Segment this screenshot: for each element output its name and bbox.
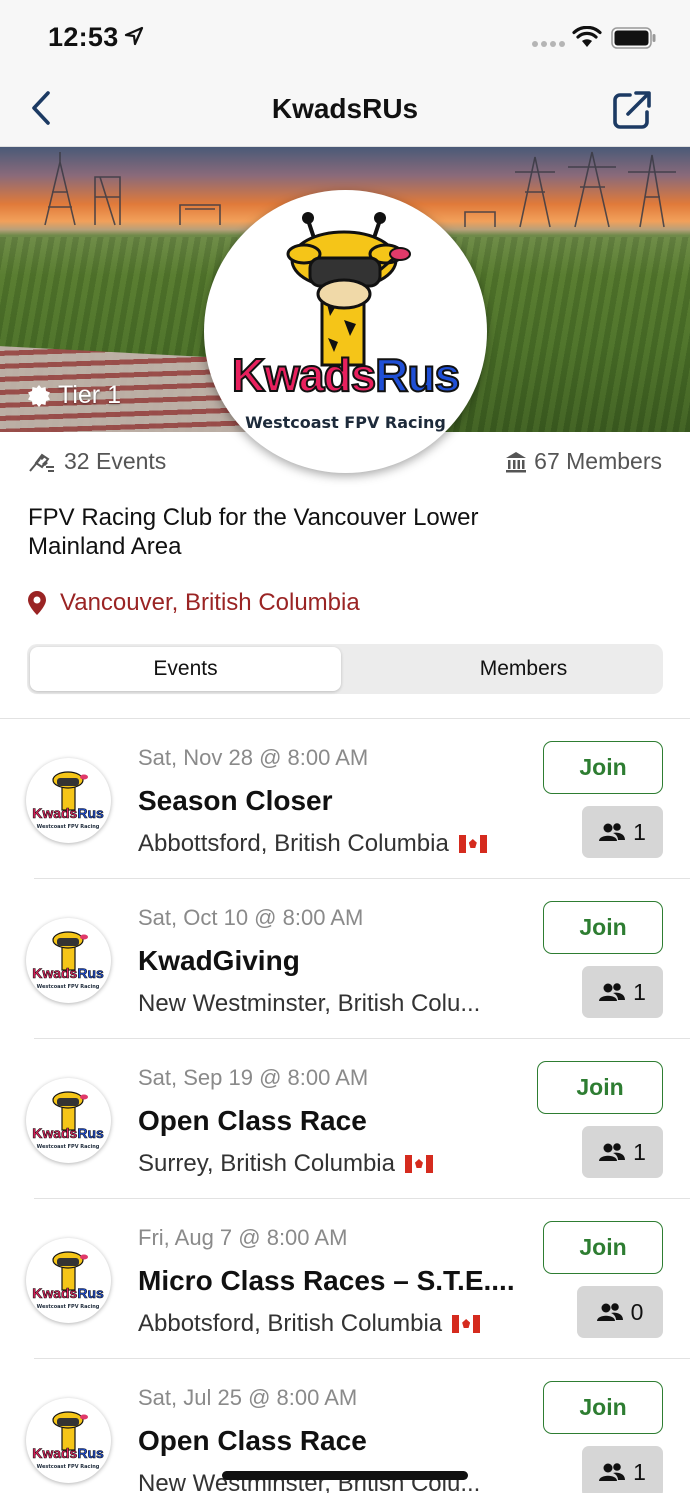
event-thumbnail: KwadsRus Westcoast FPV Racing bbox=[26, 1078, 111, 1163]
join-event-button[interactable]: Join bbox=[543, 1381, 663, 1434]
tab-events[interactable]: Events bbox=[30, 647, 341, 691]
attendee-count: 1 bbox=[633, 1458, 646, 1485]
event-row[interactable]: KwadsRus Westcoast FPV Racing Sat, Sep 19 … bbox=[0, 1039, 690, 1199]
event-logo-icon: KwadsRus Westcoast FPV Racing bbox=[32, 1091, 104, 1150]
logo-main-text: KwadsRus bbox=[231, 348, 461, 402]
institution-icon bbox=[506, 451, 527, 472]
event-title: KwadGiving bbox=[138, 945, 300, 976]
canada-flag-icon bbox=[458, 835, 487, 853]
event-row[interactable]: KwadsRus Westcoast FPV Racing Sat, Oct 10 … bbox=[0, 879, 690, 1039]
attendee-count-badge[interactable]: 1 bbox=[582, 806, 663, 858]
event-location-label: New Westminster, British Colu... bbox=[138, 990, 481, 1017]
battery-icon bbox=[611, 27, 656, 49]
people-icon bbox=[599, 983, 626, 1001]
tier-badge: Tier 1 bbox=[28, 381, 121, 410]
event-thumbnail: KwadsRus Westcoast FPV Racing bbox=[26, 918, 111, 1003]
event-thumbnail: KwadsRus Westcoast FPV Racing bbox=[26, 758, 111, 843]
attendee-count: 1 bbox=[633, 1138, 646, 1165]
status-bar: 12:53 bbox=[0, 0, 690, 76]
svg-text:Westcoast FPV Racing: Westcoast FPV Racing bbox=[37, 1304, 100, 1310]
svg-text:KwadsRus: KwadsRus bbox=[32, 965, 104, 981]
event-thumbnail: KwadsRus Westcoast FPV Racing bbox=[26, 1398, 111, 1483]
event-row[interactable]: KwadsRus Westcoast FPV Racing Sat, Nov 28 … bbox=[0, 719, 690, 879]
svg-text:KwadsRus: KwadsRus bbox=[32, 1285, 104, 1301]
attendee-count: 1 bbox=[633, 818, 646, 845]
logo-sub-text: Westcoast FPV Racing bbox=[245, 413, 446, 432]
tab-members[interactable]: Members bbox=[368, 647, 679, 691]
club-location-label: Vancouver, British Columbia bbox=[60, 589, 360, 616]
attendee-count-badge[interactable]: 1 bbox=[582, 1126, 663, 1178]
svg-text:Westcoast FPV Racing: Westcoast FPV Racing bbox=[37, 824, 100, 830]
event-logo-icon: KwadsRus Westcoast FPV Racing bbox=[32, 771, 104, 830]
event-title: Season Closer bbox=[138, 785, 333, 816]
location-arrow-icon bbox=[124, 26, 144, 46]
svg-text:KwadsRus: KwadsRus bbox=[32, 805, 104, 821]
attendee-count: 0 bbox=[630, 1298, 644, 1325]
event-location: New Westminster, British Colu... bbox=[138, 990, 480, 1018]
event-logo-icon: KwadsRus Westcoast FPV Racing bbox=[32, 931, 104, 990]
join-event-button[interactable]: Join bbox=[543, 741, 663, 794]
map-pin-icon bbox=[28, 591, 46, 615]
events-count: 32 Events bbox=[28, 448, 166, 475]
join-event-button[interactable]: Join bbox=[537, 1061, 663, 1114]
club-location[interactable]: Vancouver, British Columbia bbox=[26, 589, 360, 617]
event-title: Micro Class Races – S.T.E.... bbox=[138, 1265, 515, 1296]
event-date: Fri, Aug 7 @ 8:00 AM bbox=[138, 1225, 348, 1250]
navigation-bar: KwadsRUs bbox=[0, 76, 690, 147]
attendee-count: 1 bbox=[633, 978, 646, 1005]
tier-label: Tier 1 bbox=[58, 381, 121, 409]
event-thumbnail: KwadsRus Westcoast FPV Racing bbox=[26, 1238, 111, 1323]
wifi-icon bbox=[572, 26, 602, 47]
event-location-label: Surrey, British Columbia bbox=[138, 1150, 395, 1177]
event-logo-icon: KwadsRus Westcoast FPV Racing bbox=[32, 1411, 104, 1470]
tab-segmented-control: Events Members bbox=[27, 644, 663, 694]
attendee-count-badge[interactable]: 0 bbox=[577, 1286, 663, 1338]
event-row[interactable]: KwadsRus Westcoast FPV Racing Fri, Aug 7 @… bbox=[0, 1199, 690, 1359]
svg-text:Westcoast FPV Racing: Westcoast FPV Racing bbox=[37, 984, 100, 990]
event-location-label: Abbottsford, British Columbia bbox=[138, 830, 449, 857]
event-logo-icon: KwadsRus Westcoast FPV Racing bbox=[32, 1251, 104, 1310]
attendee-count-badge[interactable]: 1 bbox=[582, 1446, 663, 1493]
people-icon bbox=[599, 823, 626, 841]
share-external-icon[interactable] bbox=[610, 88, 654, 132]
event-date: Sat, Oct 10 @ 8:00 AM bbox=[138, 905, 364, 930]
signal-icon bbox=[532, 41, 565, 47]
event-date: Sat, Nov 28 @ 8:00 AM bbox=[138, 745, 369, 770]
members-count-label: 67 Members bbox=[534, 448, 662, 474]
event-location: Abbotsford, British Columbia bbox=[138, 1310, 481, 1338]
svg-text:KwadsRus: KwadsRus bbox=[32, 1125, 104, 1141]
people-icon bbox=[599, 1143, 626, 1161]
event-location-label: Abbotsford, British Columbia bbox=[138, 1310, 443, 1337]
race-flag-icon bbox=[29, 453, 54, 472]
canada-flag-icon bbox=[452, 1315, 481, 1333]
svg-text:Westcoast FPV Racing: Westcoast FPV Racing bbox=[37, 1144, 100, 1150]
join-event-button[interactable]: Join bbox=[543, 901, 663, 954]
svg-text:Westcoast FPV Racing: Westcoast FPV Racing bbox=[37, 1464, 100, 1470]
canada-flag-icon bbox=[404, 1155, 433, 1173]
event-location: Abbottsford, British Columbia bbox=[138, 830, 487, 858]
event-location: Surrey, British Columbia bbox=[138, 1150, 433, 1178]
page-title: KwadsRUs bbox=[271, 93, 419, 124]
status-time: 12:53 bbox=[48, 22, 119, 52]
join-event-button[interactable]: Join bbox=[543, 1221, 663, 1274]
event-date: Sat, Jul 25 @ 8:00 AM bbox=[138, 1385, 358, 1410]
event-title: Open Class Race bbox=[138, 1105, 367, 1136]
event-title: Open Class Race bbox=[138, 1425, 367, 1456]
members-count: 67 Members bbox=[504, 448, 662, 475]
badge-icon bbox=[28, 384, 50, 407]
events-count-label: 32 Events bbox=[64, 448, 167, 474]
people-icon bbox=[596, 1303, 623, 1321]
club-description: FPV Racing Club for the Vancouver Lower … bbox=[28, 504, 479, 560]
event-date: Sat, Sep 19 @ 8:00 AM bbox=[138, 1065, 369, 1090]
attendee-count-badge[interactable]: 1 bbox=[582, 966, 663, 1018]
home-indicator bbox=[222, 1471, 468, 1480]
people-icon bbox=[599, 1463, 626, 1481]
club-logo: KwadsRus Westcoast FPV Racing bbox=[204, 190, 487, 473]
svg-text:KwadsRus: KwadsRus bbox=[32, 1445, 104, 1461]
